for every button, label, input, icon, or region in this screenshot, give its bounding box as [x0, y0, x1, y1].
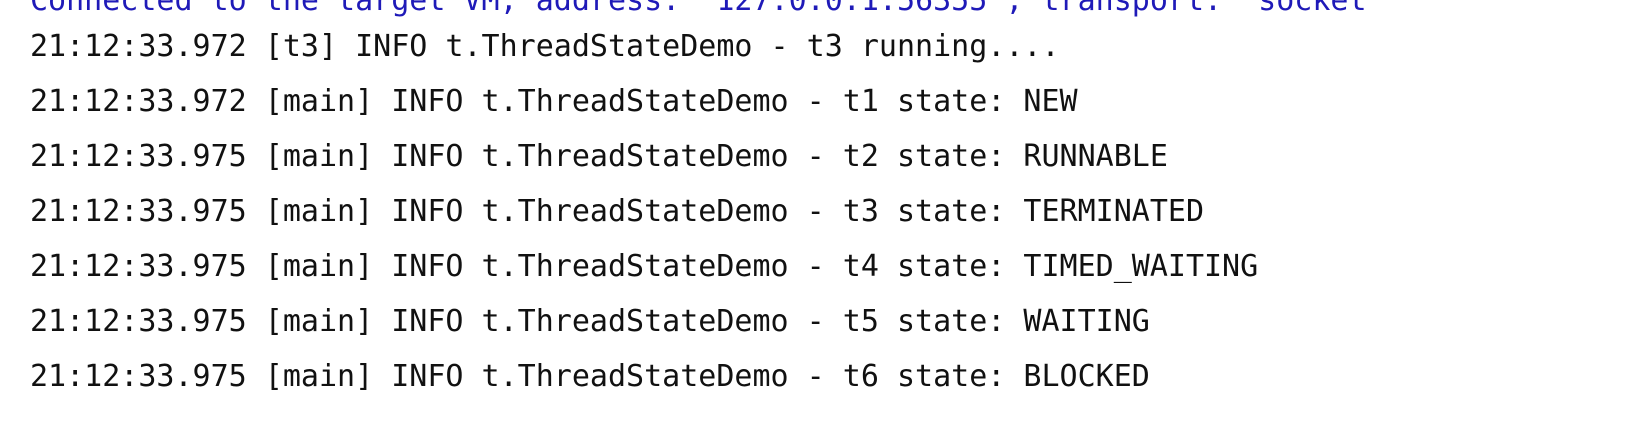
console-log-line: 21:12:33.975 [main] INFO t.ThreadStateDe… [30, 359, 1150, 394]
console-log-line: 21:12:33.975 [main] INFO t.ThreadStateDe… [30, 249, 1259, 284]
console-log-line: 21:12:33.972 [t3] INFO t.ThreadStateDemo… [30, 29, 1060, 64]
console-output: Connected to the target VM, address: '12… [0, 0, 1644, 432]
console-log-line: 21:12:33.972 [main] INFO t.ThreadStateDe… [30, 84, 1078, 119]
console-log-line: 21:12:33.975 [main] INFO t.ThreadStateDe… [30, 304, 1150, 339]
console-log-line: 21:12:33.975 [main] INFO t.ThreadStateDe… [30, 139, 1168, 174]
console-log-line: 21:12:33.975 [main] INFO t.ThreadStateDe… [30, 194, 1204, 229]
